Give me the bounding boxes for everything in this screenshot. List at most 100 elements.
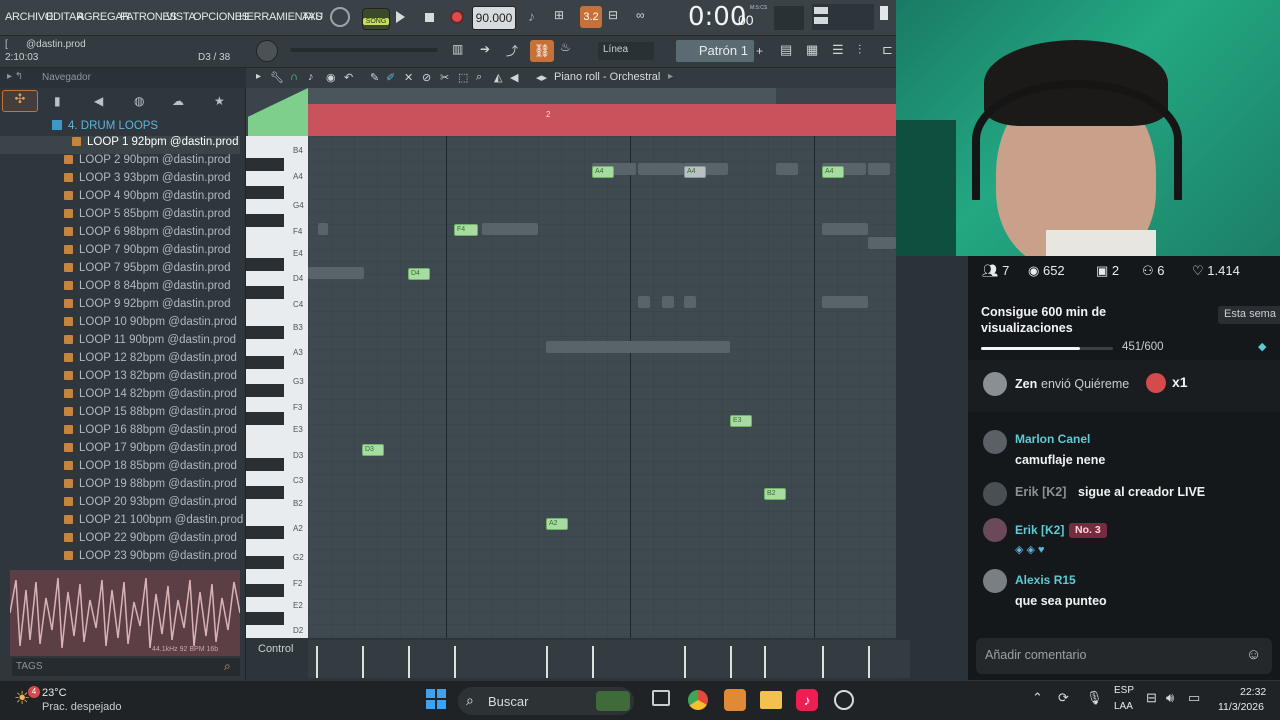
target-instrument-icon[interactable]: ◂▸ (536, 71, 547, 84)
current-project-icon[interactable]: ▮ (54, 94, 61, 108)
piano-roll-icon[interactable]: ▦ (806, 42, 818, 58)
clock-time[interactable]: 22:32 (1240, 686, 1266, 698)
velocity-bar[interactable] (592, 646, 594, 678)
loop-item[interactable]: LOOP 14 82bpm @dastin.prod (64, 388, 237, 406)
mixer-icon[interactable]: ⫶ (858, 42, 861, 58)
browser-nav-arrows[interactable]: ▸ ↰ (7, 71, 23, 82)
network-icon[interactable]: ⊟ (1146, 690, 1157, 706)
line-mode-select[interactable]: Línea (598, 42, 654, 60)
step-edit-icon[interactable]: ∞ (636, 8, 656, 26)
loop-item[interactable]: LOOP 21 100bpm @dastin.prod (64, 514, 243, 532)
this-week-button[interactable]: Esta sema (1218, 306, 1280, 324)
velocity-bar[interactable] (454, 646, 456, 678)
lang-label[interactable]: ESP (1114, 685, 1134, 696)
wrench-icon[interactable]: 🔧︎ (270, 71, 284, 84)
black-key[interactable] (246, 286, 284, 299)
note[interactable]: A2 (546, 518, 568, 530)
loop-item[interactable]: LOOP 22 90bpm @dastin.prod (64, 532, 237, 550)
chat-name[interactable]: Erik [K2] (1015, 485, 1066, 499)
note-icon[interactable]: ♪ (308, 71, 314, 83)
velocity-area[interactable] (308, 640, 910, 678)
loop-item[interactable]: LOOP 19 88bpm @dastin.prod (64, 478, 237, 496)
wait-input-icon[interactable]: ⊞ (554, 8, 574, 26)
comment-input[interactable]: Añadir comentario ☺ (976, 638, 1272, 674)
note[interactable]: A4 (684, 166, 706, 178)
note[interactable]: D3 (362, 444, 384, 456)
stamp-icon[interactable]: ♨ (560, 40, 580, 60)
chat-name[interactable]: Alexis R15 (1015, 573, 1076, 587)
control-lane[interactable]: Control (246, 638, 910, 680)
brush-icon[interactable]: ✐ (386, 71, 395, 84)
velocity-bar[interactable] (730, 646, 732, 678)
browser-all-tab[interactable]: ✣ (2, 90, 38, 112)
loop-item[interactable]: LOOP 2 90bpm @dastin.prod (64, 154, 230, 172)
arrow-icon[interactable]: ➔ (480, 42, 498, 60)
slice-tool-icon[interactable]: ✂ (440, 71, 449, 84)
file-explorer-icon[interactable] (760, 691, 782, 709)
note[interactable]: D4 (408, 268, 430, 280)
loop-item[interactable]: LOOP 8 84bpm @dastin.prod (64, 280, 230, 298)
pencil-icon[interactable]: ✎ (370, 71, 379, 84)
loop-item[interactable]: LOOP 9 92bpm @dastin.prod (64, 298, 230, 316)
avatar[interactable] (983, 569, 1007, 593)
favorites-star-icon[interactable]: ★ (214, 94, 225, 108)
channel-rack-icon[interactable]: ☰ (832, 42, 844, 58)
loop-item[interactable]: LOOP 20 93bpm @dastin.prod (64, 496, 237, 514)
timeline-bar[interactable]: 2 (308, 104, 896, 136)
sync-icon[interactable]: ⟳ (1058, 690, 1069, 706)
master-pitch-slider[interactable] (290, 48, 438, 52)
tags-bar[interactable]: TAGS ⌕ (12, 658, 240, 676)
velocity-bar[interactable] (316, 646, 318, 678)
playback-icon[interactable]: ◉ (326, 71, 336, 84)
avatar[interactable] (983, 372, 1007, 396)
black-key[interactable] (246, 458, 284, 471)
loop-item[interactable]: LOOP 18 85bpm @dastin.prod (64, 460, 237, 478)
speaker-icon[interactable]: ◀ (94, 94, 103, 108)
zoom-corner[interactable] (248, 88, 308, 136)
note[interactable]: E3 (730, 415, 752, 427)
black-key[interactable] (246, 556, 284, 569)
loop-item[interactable]: LOOP 1 92bpm @dastin.prod (0, 136, 240, 154)
playlist-icon[interactable]: ▤ (780, 42, 792, 58)
pat-song-knob[interactable] (330, 7, 350, 27)
velocity-bar[interactable] (764, 646, 766, 678)
plugin-icon[interactable]: ◍ (134, 94, 144, 108)
mute-tool-icon[interactable]: ⊘ (422, 71, 431, 84)
taskbar-search[interactable]: ⌕ Buscar (458, 687, 634, 715)
note[interactable]: A4 (592, 166, 614, 178)
loop-item[interactable]: LOOP 13 82bpm @dastin.prod (64, 370, 237, 388)
waveform-preview[interactable]: 44.1kHz 92 BPM 16b (10, 570, 240, 656)
loop-item[interactable]: LOOP 7 95bpm @dastin.prod (64, 262, 230, 280)
volume-icon[interactable]: 🔊︎ (1166, 690, 1174, 706)
loop-item[interactable]: LOOP 23 90bpm @dastin.prod (64, 550, 237, 568)
gift-user[interactable]: Zen (1015, 377, 1037, 391)
black-key[interactable] (246, 584, 284, 597)
delete-tool-icon[interactable]: ✕ (404, 71, 413, 84)
loop-item[interactable]: LOOP 15 88bpm @dastin.prod (64, 406, 237, 424)
black-key[interactable] (246, 214, 284, 227)
stop-icon[interactable] (425, 13, 434, 22)
undo-icon[interactable]: ↶ (344, 71, 353, 84)
tiktok-icon[interactable]: ♪ (796, 689, 818, 711)
song-toggle[interactable]: SONG (362, 8, 390, 30)
black-key[interactable] (246, 526, 284, 539)
velocity-bar[interactable] (408, 646, 410, 678)
windows-start-icon[interactable] (426, 689, 446, 709)
weather-temp[interactable]: 23°C (42, 687, 67, 699)
menu-vista[interactable]: VISTA (166, 11, 196, 23)
tempo-display[interactable]: 90.000 (472, 6, 516, 30)
black-key[interactable] (246, 158, 284, 171)
black-key[interactable] (246, 186, 284, 199)
speaker-tool-icon[interactable]: ◀ (510, 71, 518, 84)
browser-icon[interactable]: ⊏ (882, 42, 893, 58)
note[interactable]: B2 (764, 488, 786, 500)
note-grid[interactable]: A4 A4 F4 D4 D3 A2 E3 B2 A4 (308, 136, 896, 698)
black-key[interactable] (246, 486, 284, 499)
loop-item[interactable]: LOOP 3 93bpm @dastin.prod (64, 172, 230, 190)
emoji-icon[interactable]: ☺ (1246, 646, 1261, 663)
black-key[interactable] (246, 384, 284, 397)
chat-name[interactable]: Marlon Canel (1015, 432, 1090, 446)
tray-chevron-icon[interactable]: ⌃ (1032, 690, 1043, 706)
loop-item[interactable]: LOOP 10 90bpm @dastin.prod (64, 316, 237, 334)
folder-row[interactable]: 4. DRUM LOOPS (0, 118, 246, 136)
